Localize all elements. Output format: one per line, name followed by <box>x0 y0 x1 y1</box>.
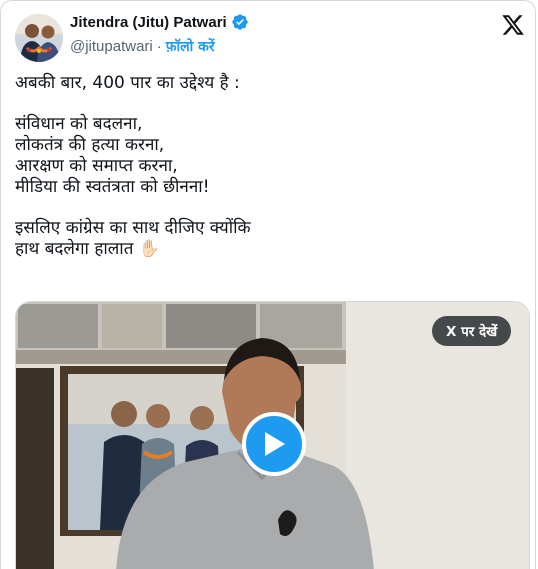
verified-badge-icon <box>231 13 249 31</box>
play-button[interactable] <box>242 412 306 476</box>
tweet-line-4: आरक्षण को समाप्त करना, <box>15 156 178 176</box>
tweet-text: अबकी बार, 400 पार का उद्देश्य है : संविध… <box>15 73 520 260</box>
separator-dot: · <box>156 38 162 55</box>
author-name-row: Jitendra (Jitu) Patwari <box>70 13 249 31</box>
tweet-line-3: लोकतंत्र की हत्या करना, <box>15 135 165 155</box>
video-player[interactable]: X पर देखें <box>15 301 530 569</box>
follow-button[interactable]: फ़ॉलो करें <box>166 37 215 56</box>
tweet-line-2: संविधान को बदलना, <box>15 114 143 134</box>
tweet-line-6: इसलिए कांग्रेस का साथ दीजिए क्योंकि <box>15 218 251 238</box>
play-icon <box>265 432 285 456</box>
tweet-embed-card: Jitendra (Jitu) Patwari @jitupatwari · फ… <box>0 0 536 569</box>
tweet-line-5: मीडिया की स्वतंत्रता को छीनना! <box>15 177 210 197</box>
tweet-line-7: हाथ बदलेगा हालात ✋🏻 <box>15 239 160 259</box>
author-avatar[interactable] <box>15 14 63 62</box>
author-handle[interactable]: @jitupatwari <box>70 38 153 55</box>
x-logo-icon[interactable] <box>501 13 525 37</box>
watch-on-x-button[interactable]: X पर देखें <box>432 316 512 346</box>
author-name[interactable]: Jitendra (Jitu) Patwari <box>70 14 227 31</box>
profile-photo <box>15 14 63 62</box>
tweet-line-1: अबकी बार, 400 पार का उद्देश्य है : <box>15 73 240 93</box>
author-handle-row: @jitupatwari · फ़ॉलो करें <box>70 37 215 56</box>
